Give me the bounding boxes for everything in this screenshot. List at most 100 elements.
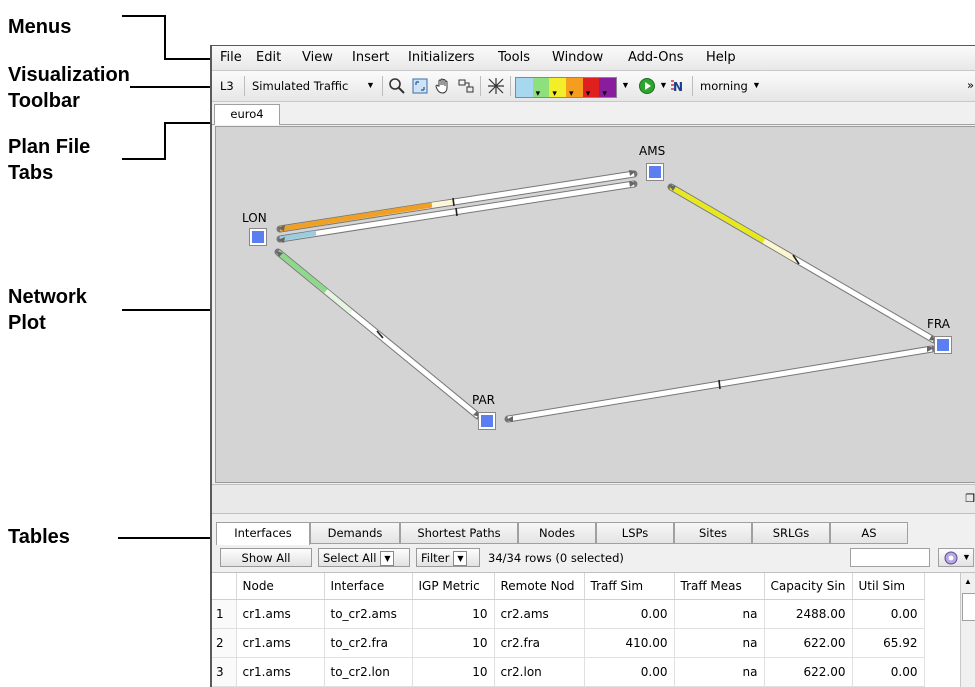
- table-cell[interactable]: to_cr2.ams: [324, 599, 413, 629]
- table-cell[interactable]: cr1.ams: [236, 657, 325, 687]
- table-cell[interactable]: 0.00: [584, 657, 675, 687]
- table-row[interactable]: 3 cr1.ams to_cr2.lon 10 cr2.lon 0.00 na 622.00 0…: [212, 657, 925, 687]
- tab-srlgs[interactable]: SRLGs: [752, 522, 830, 544]
- layer-selector[interactable]: L3: [220, 79, 234, 93]
- table-cell[interactable]: 10: [412, 599, 495, 629]
- link-lon-par[interactable]: [274, 248, 482, 420]
- table-cell[interactable]: 0.00: [584, 599, 675, 629]
- table-row[interactable]: 1 cr1.ams to_cr2.ams 10 cr2.ams 0.00 na 2488.00…: [212, 599, 925, 629]
- menu-initializers[interactable]: Initializers: [408, 50, 475, 65]
- tab-lsps[interactable]: LSPs: [596, 522, 674, 544]
- callout-line-tabs-h2: [164, 122, 212, 124]
- node-par[interactable]: [478, 412, 496, 430]
- traffic-mode-dropdown[interactable]: Simulated Traffic: [252, 79, 348, 93]
- table-cell[interactable]: 2488.00: [764, 599, 853, 629]
- column-header[interactable]: IGP Metric: [412, 573, 495, 600]
- zoom-icon[interactable]: [387, 76, 407, 96]
- menu-help[interactable]: Help: [706, 50, 736, 65]
- fit-view-icon[interactable]: [410, 76, 430, 96]
- tab-demands[interactable]: Demands: [310, 522, 400, 544]
- node-fra[interactable]: [934, 336, 952, 354]
- column-header[interactable]: Capacity Sin: [764, 573, 853, 600]
- network-plot[interactable]: LON AMS FRA PAR: [215, 126, 975, 483]
- link-lon-ams-upper[interactable]: [276, 170, 638, 233]
- menu-edit[interactable]: Edit: [256, 50, 281, 65]
- table-cell[interactable]: 10: [412, 628, 495, 658]
- menu-add-ons[interactable]: Add-Ons: [628, 50, 683, 65]
- layout-icon[interactable]: [456, 76, 476, 96]
- table-cell[interactable]: na: [674, 657, 765, 687]
- color-legend-bar[interactable]: ▾ ▾ ▾ ▾ ▾: [515, 77, 617, 98]
- table-scrollbar[interactable]: ▲: [960, 573, 975, 687]
- menu-insert[interactable]: Insert: [352, 50, 389, 65]
- table-cell[interactable]: 10: [412, 657, 495, 687]
- column-header[interactable]: Traff Meas: [674, 573, 765, 600]
- table-cell[interactable]: cr1.ams: [236, 599, 325, 629]
- column-header[interactable]: Remote Nod: [494, 573, 585, 600]
- tab-nodes[interactable]: Nodes: [518, 522, 596, 544]
- node-ams[interactable]: [646, 163, 664, 181]
- chevron-down-icon[interactable]: ▼: [752, 80, 761, 90]
- show-all-button[interactable]: Show All: [220, 548, 312, 567]
- table-cell[interactable]: 65.92: [852, 628, 925, 658]
- pane-splitter[interactable]: ❒: [212, 484, 975, 514]
- table-cell[interactable]: 622.00: [764, 628, 853, 658]
- chevron-down-icon[interactable]: ▼: [366, 80, 375, 90]
- link-lon-ams-lower[interactable]: [276, 180, 638, 243]
- tab-interfaces[interactable]: Interfaces: [216, 522, 310, 545]
- link-par-fra[interactable]: [504, 345, 936, 423]
- plan-tab-euro4[interactable]: euro4: [214, 104, 280, 125]
- table-cell[interactable]: 622.00: [764, 657, 853, 687]
- callout-line-tabs-v: [164, 122, 166, 160]
- table-cell[interactable]: to_cr2.fra: [324, 628, 413, 658]
- table-search-input[interactable]: [850, 548, 930, 567]
- traffic-level-dropdown[interactable]: morning: [700, 79, 748, 93]
- column-header[interactable]: Traff Sim: [584, 573, 675, 600]
- select-all-dropdown[interactable]: Select All ▼: [318, 548, 410, 567]
- tab-sites[interactable]: Sites: [674, 522, 752, 544]
- chevron-down-icon: ▾: [552, 88, 557, 98]
- tab-as[interactable]: AS: [830, 522, 908, 544]
- table-cell[interactable]: cr2.ams: [494, 599, 585, 629]
- table-cell[interactable]: na: [674, 599, 765, 629]
- dock-icon[interactable]: ❒: [965, 492, 975, 505]
- interfaces-table: Node Interface IGP Metric Remote Nod Traff S…: [212, 572, 975, 687]
- grid-icon[interactable]: [486, 76, 506, 96]
- column-header[interactable]: Interface: [324, 573, 413, 600]
- table-cell[interactable]: to_cr2.lon: [324, 657, 413, 687]
- menu-file[interactable]: File: [220, 50, 242, 65]
- n-failure-icon[interactable]: N: [669, 76, 689, 96]
- menu-view[interactable]: View: [302, 50, 333, 65]
- column-header[interactable]: Util Sim: [852, 573, 925, 600]
- table-cell[interactable]: 0.00: [852, 657, 925, 687]
- toolbar-overflow[interactable]: »: [967, 78, 974, 92]
- tab-shortest-paths[interactable]: Shortest Paths: [400, 522, 518, 544]
- toolbar-separator: [692, 76, 693, 96]
- hand-pan-icon[interactable]: [433, 76, 453, 96]
- node-lon[interactable]: [249, 228, 267, 246]
- node-label-fra: FRA: [927, 317, 950, 331]
- scrollbar-thumb[interactable]: [962, 593, 975, 621]
- link-ams-fra[interactable]: [667, 183, 938, 344]
- table-row[interactable]: 2 cr1.ams to_cr2.fra 10 cr2.fra 410.00 na 622.0…: [212, 628, 925, 658]
- play-icon[interactable]: [637, 76, 657, 96]
- menu-window[interactable]: Window: [552, 50, 603, 65]
- column-header[interactable]: Node: [236, 573, 325, 600]
- filter-dropdown[interactable]: Filter ▼: [416, 548, 480, 567]
- table-cell[interactable]: cr1.ams: [236, 628, 325, 658]
- table-cell[interactable]: na: [674, 628, 765, 658]
- node-label-lon: LON: [242, 211, 267, 225]
- table-cell[interactable]: cr2.lon: [494, 657, 585, 687]
- table-cell[interactable]: cr2.fra: [494, 628, 585, 658]
- chevron-down-icon[interactable]: ▼: [621, 80, 630, 90]
- row-count-label: 34/34 rows (0 selected): [488, 551, 624, 565]
- table-cell[interactable]: 410.00: [584, 628, 675, 658]
- scroll-up-icon[interactable]: ▲: [964, 577, 972, 586]
- chevron-down-icon: ▾: [585, 88, 591, 98]
- column-header[interactable]: [212, 573, 237, 600]
- chevron-down-icon[interactable]: ▼: [659, 80, 668, 90]
- menu-tools[interactable]: Tools: [498, 50, 530, 65]
- table-cell[interactable]: 0.00: [852, 599, 925, 629]
- table-options-button[interactable]: ▼: [938, 548, 974, 567]
- plan-file-tabs: euro4: [212, 102, 975, 125]
